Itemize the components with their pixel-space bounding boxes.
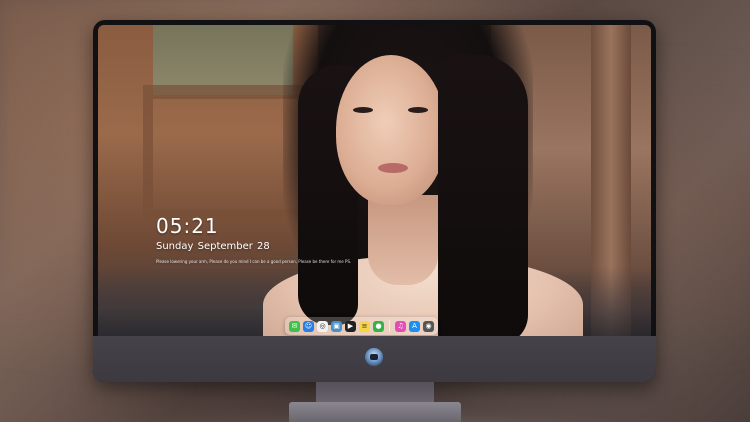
imac-monitor: 05:21 Sunday September 28 Please lowerin… [93,20,656,382]
wallpaper-eye-left [353,107,373,113]
itunes-icon[interactable]: ♫ [395,320,406,332]
safari-icon[interactable]: ◎ [317,320,328,332]
clock-quote: Please lowering your arm, Please do you … [156,259,352,264]
clock-widget: 05:21 Sunday September 28 Please lowerin… [156,215,351,264]
appstore-icon[interactable]: A [409,320,420,332]
facetime-icon[interactable]: ● [373,320,384,332]
page: 05:21 Sunday September 28 Please lowerin… [0,0,750,422]
alien-logo-icon [365,348,383,366]
notes-icon[interactable]: ≡ [359,320,370,332]
dock-separator [389,320,390,332]
dock: ✉ ☺ ◎ ▣ ▶ ≡ ● ♫ A ◉ [285,317,438,335]
monitor-stand-neck [316,382,434,404]
wallpaper-face [336,55,446,205]
finalcut-icon[interactable]: ▶ [345,320,356,332]
monitor-stand-base [289,402,461,422]
wallpaper-lips [378,163,408,173]
wallpaper-neck [368,195,438,285]
clock-time: 05:21 [156,214,219,238]
monitor-chin [93,336,656,382]
desktop-screen: 05:21 Sunday September 28 Please lowerin… [98,25,651,336]
camera-icon[interactable]: ◉ [423,320,434,332]
preview-icon[interactable]: ▣ [331,320,342,332]
wallpaper-eye-right [408,107,428,113]
wallpaper-hair-right [438,55,528,336]
finder-icon[interactable]: ☺ [303,320,314,332]
clock-date: Sunday September 28 [156,241,270,252]
messages-icon[interactable]: ✉ [289,320,300,332]
